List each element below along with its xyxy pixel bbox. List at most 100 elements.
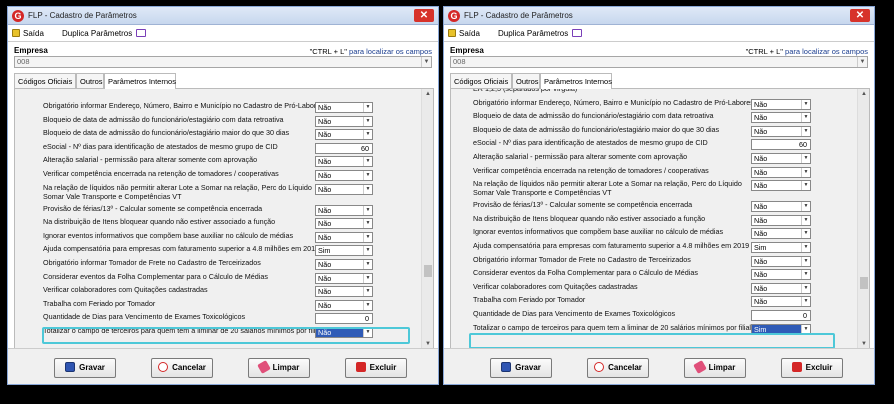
close-button[interactable]: ✕ <box>414 9 434 22</box>
scroll-up-icon[interactable]: ▲ <box>422 89 433 99</box>
yes-no-dropdown[interactable]: Não ▼ <box>315 156 373 168</box>
chevron-down-icon[interactable]: ▼ <box>363 273 372 283</box>
empresa-field[interactable]: 008 ▼ <box>14 56 432 68</box>
chevron-down-icon[interactable]: ▼ <box>363 219 372 229</box>
number-field[interactable]: 0 <box>315 313 373 325</box>
number-field[interactable]: 0 <box>751 310 811 321</box>
yes-no-dropdown[interactable]: Não ▼ <box>751 255 811 267</box>
chevron-down-icon[interactable]: ▼ <box>857 57 867 67</box>
chevron-down-icon[interactable]: ▼ <box>363 232 372 242</box>
scroll-thumb[interactable] <box>860 277 868 289</box>
saida-button[interactable]: Saída <box>448 29 480 38</box>
vertical-scrollbar[interactable]: ▲ ▼ <box>421 89 433 349</box>
yes-no-dropdown[interactable]: Não ▼ <box>751 214 811 226</box>
yes-no-dropdown[interactable]: Não ▼ <box>315 218 373 230</box>
limpar-button[interactable]: Limpar <box>684 358 746 378</box>
tab-parametros-internos[interactable]: Parâmetros Internos <box>104 73 176 89</box>
saida-button[interactable]: Saída <box>12 29 44 38</box>
parameters-list: ER 1,2,3 (separados por vírgula) Obrigató… <box>451 89 857 349</box>
yes-no-dropdown[interactable]: Não ▼ <box>751 296 811 308</box>
chevron-down-icon[interactable]: ▼ <box>801 283 810 293</box>
yes-no-dropdown[interactable]: Não ▼ <box>315 115 373 127</box>
yes-no-dropdown[interactable]: Não ▼ <box>751 201 811 213</box>
title-bar: G FLP - Cadastro de Parâmetros ✕ <box>444 7 874 25</box>
chevron-down-icon[interactable]: ▼ <box>363 184 372 194</box>
chevron-down-icon[interactable]: ▼ <box>801 297 810 307</box>
chevron-down-icon[interactable]: ▼ <box>363 246 372 256</box>
field-value: Não <box>318 116 332 126</box>
empresa-value: 008 <box>17 57 30 66</box>
tab-codigos-oficiais[interactable]: Códigos Oficiais <box>14 73 76 88</box>
yes-no-dropdown[interactable]: Não ▼ <box>315 259 373 270</box>
chevron-down-icon[interactable]: ▼ <box>363 157 372 167</box>
yes-no-dropdown[interactable]: Não ▼ <box>315 129 373 141</box>
chevron-down-icon[interactable]: ▼ <box>363 103 372 112</box>
close-button[interactable]: ✕ <box>850 9 870 22</box>
chevron-down-icon[interactable]: ▼ <box>801 256 810 266</box>
excluir-button[interactable]: Excluir <box>345 358 407 378</box>
chevron-down-icon[interactable]: ▼ <box>363 171 372 180</box>
duplica-parametros-button[interactable]: Duplica Parâmetros <box>62 29 149 38</box>
yes-no-dropdown[interactable]: Não ▼ <box>751 125 811 137</box>
chevron-down-icon[interactable]: ▼ <box>363 205 372 215</box>
chevron-down-icon[interactable]: ▼ <box>801 202 810 212</box>
yes-no-dropdown[interactable]: Não ▼ <box>751 153 811 164</box>
parameter-row: Alteração salarial - permissão para alte… <box>451 153 857 165</box>
limpar-button[interactable]: Limpar <box>248 358 310 378</box>
empresa-field[interactable]: 008 ▼ <box>450 56 868 68</box>
scroll-thumb[interactable] <box>424 265 432 277</box>
chevron-down-icon[interactable]: ▼ <box>801 229 810 239</box>
yes-no-dropdown[interactable]: Não ▼ <box>751 112 811 124</box>
hint-text: para localizar os campos <box>785 47 868 56</box>
chevron-down-icon[interactable]: ▼ <box>363 300 372 310</box>
chevron-down-icon[interactable]: ▼ <box>801 215 810 225</box>
yes-no-dropdown[interactable]: Sim ▼ <box>751 242 811 253</box>
yes-no-dropdown[interactable]: Não ▼ <box>751 282 811 294</box>
yes-no-dropdown[interactable]: Não ▼ <box>751 166 811 178</box>
yes-no-dropdown[interactable]: Não ▼ <box>751 180 811 192</box>
number-field[interactable]: 60 <box>315 142 373 154</box>
chevron-down-icon[interactable]: ▼ <box>363 116 372 126</box>
chevron-down-icon[interactable]: ▼ <box>801 126 810 136</box>
yes-no-dropdown[interactable]: Não ▼ <box>315 286 373 298</box>
chevron-down-icon[interactable]: ▼ <box>363 287 372 297</box>
yes-no-dropdown[interactable]: Sim ▼ <box>315 245 373 257</box>
yes-no-dropdown[interactable]: Não ▼ <box>315 299 373 311</box>
duplica-parametros-button[interactable]: Duplica Parâmetros <box>498 29 585 38</box>
tab-outros[interactable]: Outros <box>76 73 104 88</box>
number-field[interactable]: 60 <box>751 139 811 151</box>
tab-outros[interactable]: Outros <box>512 73 540 88</box>
yes-no-dropdown[interactable]: Não ▼ <box>751 269 811 281</box>
chevron-down-icon[interactable]: ▼ <box>801 270 810 280</box>
gravar-button[interactable]: Gravar <box>54 358 116 378</box>
cancelar-button[interactable]: Cancelar <box>587 358 649 378</box>
tab-parametros-internos[interactable]: Parâmetros Internos <box>540 73 612 89</box>
scroll-up-icon[interactable]: ▲ <box>858 89 869 99</box>
yes-no-dropdown[interactable]: Não ▼ <box>315 231 373 243</box>
chevron-down-icon[interactable]: ▼ <box>363 260 372 269</box>
tab-codigos-oficiais[interactable]: Códigos Oficiais <box>450 73 512 88</box>
chevron-down-icon[interactable]: ▼ <box>801 243 810 252</box>
chevron-down-icon[interactable]: ▼ <box>801 167 810 177</box>
chevron-down-icon[interactable]: ▼ <box>363 130 372 140</box>
parameter-row: Bloqueio de data de admissão do funcioná… <box>451 125 857 138</box>
yes-no-dropdown[interactable]: Não ▼ <box>751 98 811 110</box>
chevron-down-icon[interactable]: ▼ <box>801 113 810 123</box>
cancelar-button[interactable]: Cancelar <box>151 358 213 378</box>
chevron-down-icon[interactable]: ▼ <box>801 181 810 191</box>
gravar-button[interactable]: Gravar <box>490 358 552 378</box>
chevron-down-icon[interactable]: ▼ <box>421 57 431 67</box>
yes-no-dropdown[interactable]: Não ▼ <box>315 204 373 216</box>
chevron-down-icon[interactable]: ▼ <box>801 154 810 163</box>
excluir-button[interactable]: Excluir <box>781 358 843 378</box>
yes-no-dropdown[interactable]: Não ▼ <box>751 228 811 240</box>
yes-no-dropdown[interactable]: Não ▼ <box>315 170 373 181</box>
field-value: Não <box>318 273 332 283</box>
window-left: G FLP - Cadastro de Parâmetros ✕ Saída D… <box>7 6 439 385</box>
yes-no-dropdown[interactable]: Não ▼ <box>315 183 373 195</box>
vertical-scrollbar[interactable]: ▲ ▼ <box>857 89 869 349</box>
chevron-down-icon[interactable]: ▼ <box>801 99 810 109</box>
yes-no-dropdown[interactable]: Não ▼ <box>315 102 373 113</box>
yes-no-dropdown[interactable]: Não ▼ <box>315 272 373 284</box>
field-value: Não <box>754 99 768 109</box>
